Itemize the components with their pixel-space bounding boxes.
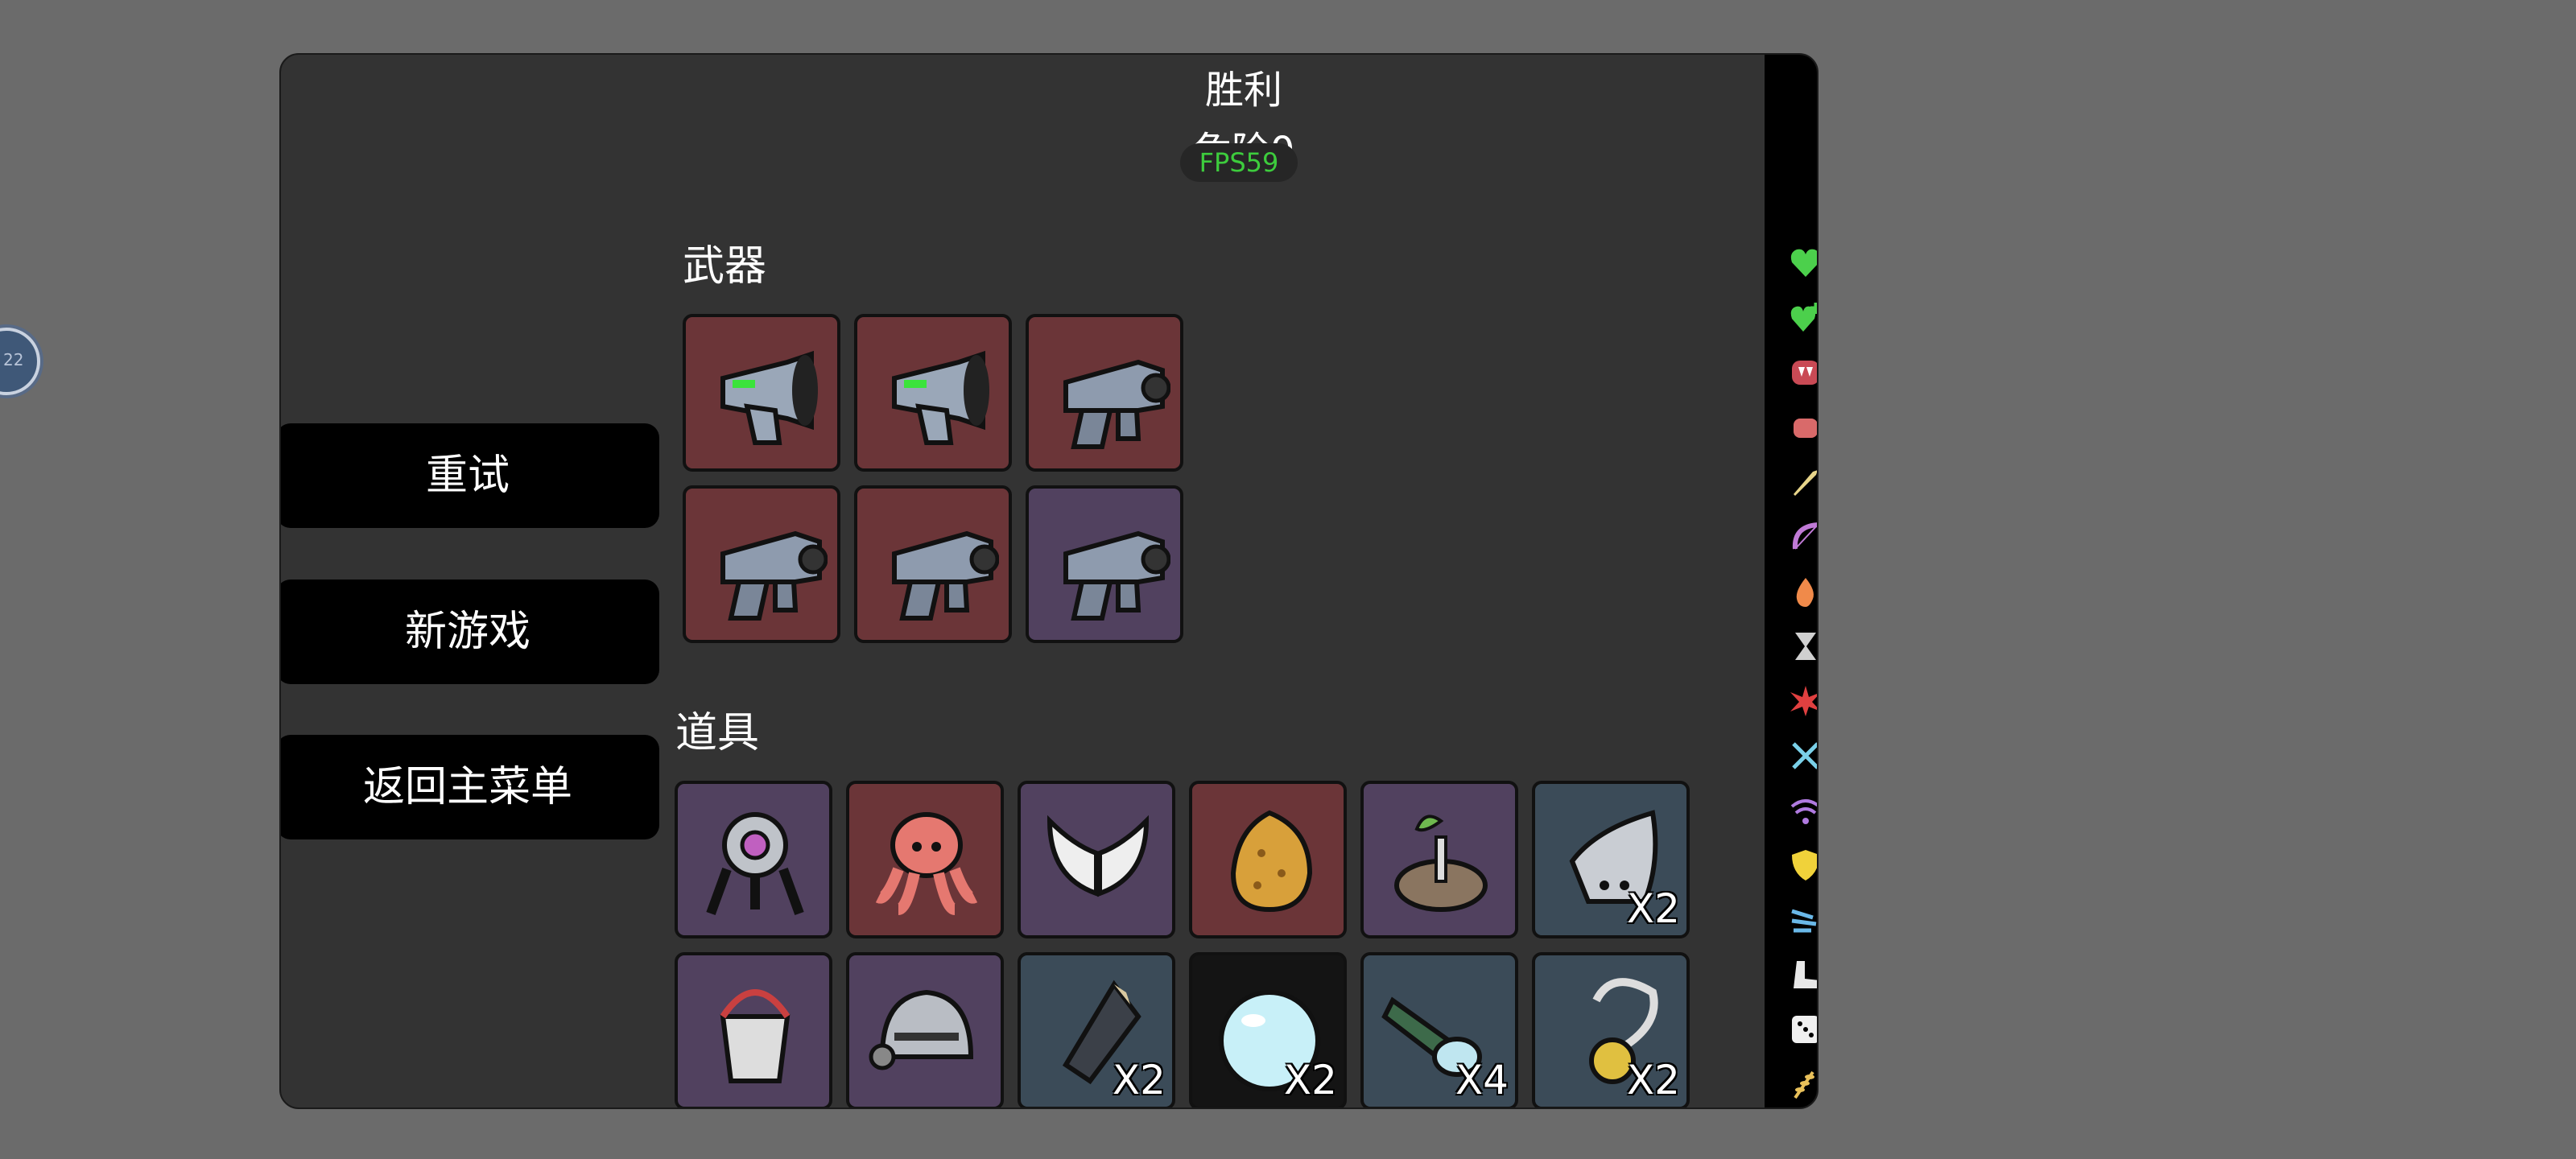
new-game-button[interactable]: 新游戏 — [281, 580, 659, 684]
bow-icon — [1789, 520, 1817, 554]
side-notification-bubble[interactable]: 22 — [0, 328, 40, 395]
megaphone-gun-icon — [699, 330, 828, 459]
stat-row[interactable]: %攻击速度5 — [1789, 623, 1817, 670]
flame-icon — [1789, 575, 1817, 608]
item-count: X2 — [1283, 1057, 1337, 1103]
item-slot[interactable]: X2 — [1532, 952, 1690, 1107]
main-menu-button[interactable]: 返回主菜单 — [281, 735, 659, 839]
stats-panel: 属性 最大生命值60 生命再生-3 %生命窃取21 %伤害47 近战伤害0 远程伤害30 元… — [1765, 55, 1817, 1107]
sword-icon — [1789, 465, 1817, 499]
weapons-heading: 武器 — [683, 242, 767, 291]
weapon-slot[interactable] — [854, 314, 1012, 472]
potato-icon — [1205, 797, 1334, 926]
stat-row[interactable]: 护甲22 — [1789, 842, 1817, 889]
item-slot[interactable] — [675, 952, 832, 1107]
wrench-icon — [1789, 739, 1817, 773]
stats-title: 属性 — [1765, 63, 1817, 128]
stat-row[interactable]: 收获56 — [1789, 1061, 1817, 1107]
weapon-slot[interactable] — [683, 485, 840, 643]
turret-icon — [691, 797, 819, 926]
retry-button[interactable]: 重试 — [281, 423, 659, 528]
fps-counter: FPS59 — [1180, 143, 1298, 182]
stat-row[interactable]: %速度29 — [1789, 951, 1817, 998]
stat-row[interactable]: 工程学-8 — [1789, 732, 1817, 779]
stat-row[interactable]: 最大生命值60 — [1789, 240, 1817, 287]
result-title: 胜利 — [1204, 68, 1282, 113]
item-slot[interactable]: X2 — [1018, 952, 1175, 1107]
stat-row[interactable]: %暴击率-1 — [1789, 678, 1817, 724]
megaphone-gun-icon — [870, 330, 999, 459]
mushroom-sprout-icon — [1377, 797, 1505, 926]
item-slot[interactable]: X2 — [1189, 952, 1347, 1107]
crit-burst-icon — [1789, 684, 1817, 718]
heart-plus-icon — [1789, 301, 1817, 335]
item-count: X2 — [1626, 885, 1680, 932]
laser-gun-icon — [1042, 501, 1171, 630]
item-slot[interactable] — [675, 781, 832, 938]
heart-icon — [1789, 246, 1817, 280]
stat-row[interactable]: %伤害47 — [1789, 404, 1817, 451]
dodge-dash-icon — [1789, 903, 1817, 937]
weapon-slot[interactable] — [1026, 485, 1183, 643]
weapon-slot[interactable] — [854, 485, 1012, 643]
laser-gun-icon — [1042, 330, 1171, 459]
item-slot[interactable] — [1018, 781, 1175, 938]
helmet-icon — [862, 968, 991, 1097]
bucket-icon — [691, 968, 819, 1097]
wings-icon — [1034, 797, 1162, 926]
boot-icon — [1789, 958, 1817, 992]
stat-row[interactable]: 生命再生-3 — [1789, 295, 1817, 341]
shield-icon — [1789, 848, 1817, 882]
end-run-panel: 胜利 危险0 FPS59 重试 新游戏 返回主菜单 武器 道具 X2X2X2X4… — [279, 53, 1818, 1109]
fist-icon — [1789, 410, 1817, 444]
item-count: X2 — [1626, 1057, 1680, 1103]
fang-mouth-icon — [1789, 356, 1817, 390]
dice-icon — [1789, 1013, 1817, 1046]
item-slot[interactable]: X2 — [1532, 781, 1690, 938]
item-count: X4 — [1455, 1057, 1509, 1103]
item-count: X2 — [1112, 1057, 1166, 1103]
item-slot[interactable] — [1360, 781, 1518, 938]
laser-gun-icon — [870, 501, 1000, 630]
wheat-icon — [1789, 1067, 1817, 1101]
item-slot[interactable] — [1189, 781, 1347, 938]
stat-row[interactable]: 近战伤害0 — [1789, 459, 1817, 505]
laser-gun-icon — [699, 501, 828, 630]
stat-row[interactable]: 范围253 — [1789, 787, 1817, 834]
weapon-slot[interactable] — [683, 314, 840, 472]
weapon-slot[interactable] — [1026, 314, 1183, 472]
hourglass-icon — [1789, 629, 1817, 663]
item-slot[interactable]: X4 — [1360, 952, 1518, 1107]
stat-row[interactable]: 幸运15 — [1789, 1006, 1817, 1053]
stat-row[interactable]: %生命窃取21 — [1789, 349, 1817, 396]
octopus-icon — [862, 797, 991, 926]
side-bubble-text: 22 — [3, 350, 24, 369]
items-heading: 道具 — [675, 709, 760, 757]
stat-row[interactable]: 元素伤害-1 — [1789, 568, 1817, 615]
range-waves-icon — [1789, 794, 1817, 827]
stat-row[interactable]: 远程伤害30 — [1789, 514, 1817, 560]
item-slot[interactable] — [846, 781, 1004, 938]
item-slot[interactable] — [846, 952, 1004, 1107]
stat-row[interactable]: %闪避15 — [1789, 897, 1817, 943]
